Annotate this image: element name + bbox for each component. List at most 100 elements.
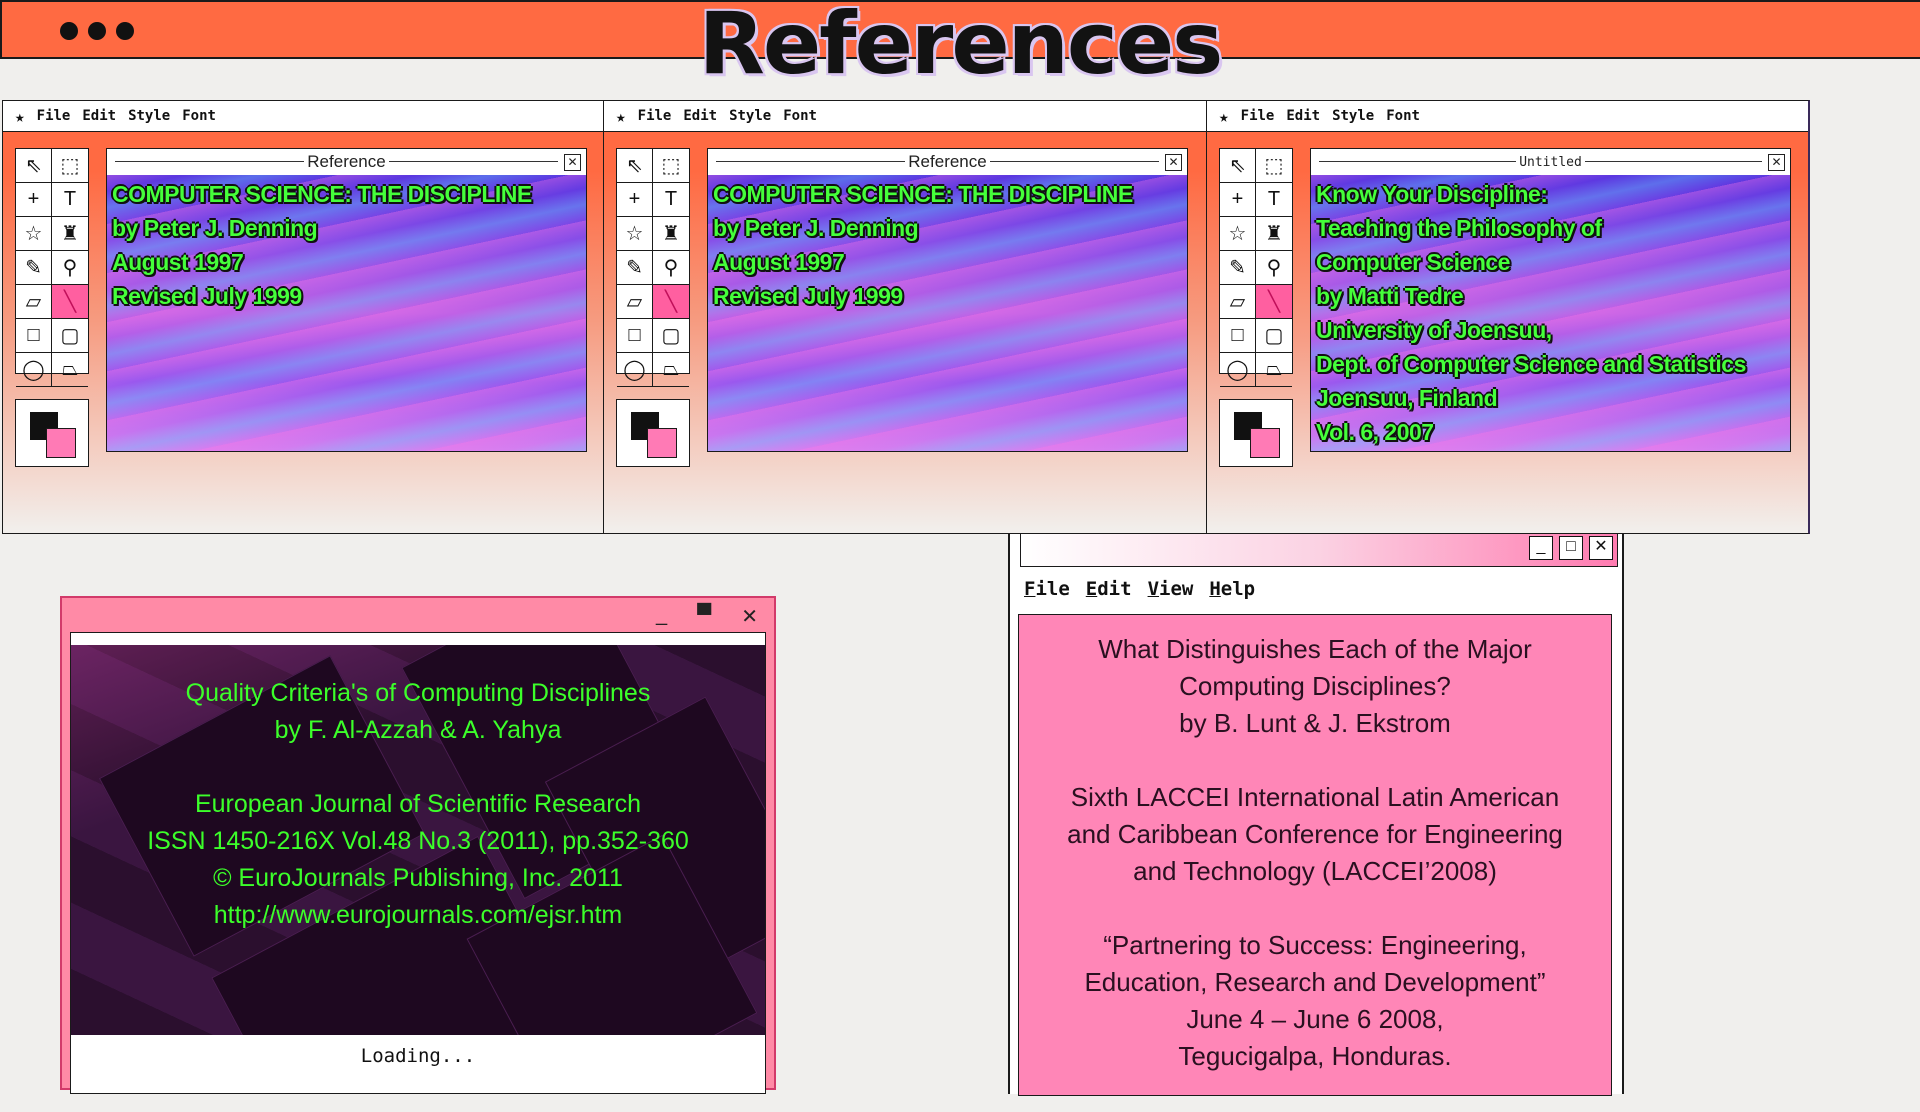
select-tool-icon[interactable]: ⬚ bbox=[653, 149, 689, 183]
color-swatch[interactable] bbox=[15, 399, 89, 467]
ellipse-tool-icon[interactable]: ◯ bbox=[617, 353, 653, 387]
eraser-tool-icon[interactable]: ▱ bbox=[617, 285, 653, 319]
canvas-art: Know Your Discipline: Teaching the Philos… bbox=[1311, 175, 1790, 451]
ellipse-tool-icon[interactable]: ◯ bbox=[1220, 353, 1256, 387]
magnifier-tool-icon[interactable]: ⚲ bbox=[653, 251, 689, 285]
arrow-tool-icon[interactable]: ⇖ bbox=[1220, 149, 1256, 183]
text-line: by B. Lunt & J. Ekstrom bbox=[1179, 708, 1451, 738]
polygon-tool-icon[interactable]: ⏢ bbox=[653, 353, 689, 387]
rounded-rect-tool-icon[interactable]: ▢ bbox=[52, 319, 88, 353]
text-tool-icon[interactable]: T bbox=[52, 183, 88, 217]
star-tool-icon[interactable]: ☆ bbox=[617, 217, 653, 251]
select-tool-icon[interactable]: ⬚ bbox=[1256, 149, 1292, 183]
text-line: © EuroJournals Publishing, Inc. 2011 bbox=[213, 864, 623, 892]
text-line: Quality Criteria's of Computing Discipli… bbox=[185, 679, 651, 707]
maximize-icon[interactable]: □ bbox=[1559, 536, 1583, 560]
menu-item-style[interactable]: Style bbox=[729, 108, 771, 124]
text-line: and Caribbean Conference for Engineering bbox=[1067, 819, 1563, 849]
menu-item-font[interactable]: Font bbox=[182, 108, 216, 124]
text-line bbox=[71, 749, 765, 786]
color-swatch[interactable] bbox=[616, 399, 690, 467]
menu-item-style[interactable]: Style bbox=[128, 108, 170, 124]
text-line: Revised July 1999 bbox=[112, 283, 302, 309]
close-icon[interactable]: ✕ bbox=[1165, 154, 1182, 171]
paint-window: ★ File Edit Style Font ⇖ ⬚ + T ☆ ♜ ✎ ⚲ ▱ ╲ □ ▢ ◯ ⏢ Referenc… bbox=[2, 100, 605, 534]
line-tool-icon[interactable]: ╲ bbox=[52, 285, 88, 319]
rectangle-tool-icon[interactable]: □ bbox=[16, 319, 52, 353]
background-image: Quality Criteria's of Computing Discipli… bbox=[71, 645, 765, 1035]
text-line: COMPUTER SCIENCE: THE DISCIPLINE bbox=[112, 181, 532, 207]
menu-item-style[interactable]: Style bbox=[1332, 108, 1374, 124]
color-swatch[interactable] bbox=[1219, 399, 1293, 467]
rectangle-tool-icon[interactable]: □ bbox=[617, 319, 653, 353]
paint-window: ★ File Edit Style Font ⇖ ⬚ + T ☆ ♜ ✎ ⚲ ▱ ╲ □ ▢ ◯ ⏢ Untitled… bbox=[1206, 100, 1810, 534]
text-line: August 1997 bbox=[112, 249, 244, 275]
note-body[interactable]: What Distinguishes Each of the Major Comp… bbox=[1018, 614, 1612, 1096]
magnifier-tool-icon[interactable]: ⚲ bbox=[1256, 251, 1292, 285]
eraser-tool-icon[interactable]: ▱ bbox=[1220, 285, 1256, 319]
arrow-tool-icon[interactable]: ⇖ bbox=[617, 149, 653, 183]
text-line: University of Joensuu, bbox=[1316, 317, 1552, 343]
eraser-tool-icon[interactable]: ▱ bbox=[16, 285, 52, 319]
text-tool-icon[interactable]: T bbox=[653, 183, 689, 217]
menu-item-file[interactable]: File bbox=[1024, 578, 1070, 600]
menu-item-view[interactable]: View bbox=[1148, 578, 1194, 600]
background-color[interactable] bbox=[1250, 428, 1280, 458]
minimize-icon[interactable]: _ bbox=[656, 604, 667, 629]
arrow-tool-icon[interactable]: ⇖ bbox=[16, 149, 52, 183]
maximize-icon[interactable]: ▀ bbox=[697, 604, 711, 629]
rounded-rect-tool-icon[interactable]: ▢ bbox=[1256, 319, 1292, 353]
text-tool-icon[interactable]: T bbox=[1256, 183, 1292, 217]
menu-item-help[interactable]: Help bbox=[1209, 578, 1255, 600]
select-tool-icon[interactable]: ⬚ bbox=[52, 149, 88, 183]
minimize-icon[interactable]: _ bbox=[1529, 536, 1553, 560]
pencil-tool-icon[interactable]: ✎ bbox=[1220, 251, 1256, 285]
menu-item-edit[interactable]: Edit bbox=[1286, 108, 1320, 124]
line-tool-icon[interactable]: ╲ bbox=[1256, 285, 1292, 319]
close-icon[interactable]: ✕ bbox=[1589, 536, 1613, 560]
text-line: by Peter J. Denning bbox=[112, 215, 318, 241]
brush-tool-icon[interactable]: ♜ bbox=[1256, 217, 1292, 251]
ellipse-tool-icon[interactable]: ◯ bbox=[16, 353, 52, 387]
menu-item-edit[interactable]: Edit bbox=[1086, 578, 1132, 600]
pencil-tool-icon[interactable]: ✎ bbox=[617, 251, 653, 285]
background-color[interactable] bbox=[46, 428, 76, 458]
text-line: Vol. 6, 2007 bbox=[1316, 419, 1434, 445]
window-controls: _ ▀ ✕ bbox=[656, 604, 758, 629]
close-icon[interactable]: ✕ bbox=[564, 154, 581, 171]
menu-item-file[interactable]: File bbox=[37, 108, 71, 124]
menu-item-edit[interactable]: Edit bbox=[683, 108, 717, 124]
pencil-tool-icon[interactable]: ✎ bbox=[16, 251, 52, 285]
close-icon[interactable]: ✕ bbox=[1768, 154, 1785, 171]
star-tool-icon[interactable]: ☆ bbox=[1220, 217, 1256, 251]
reference-text: COMPUTER SCIENCE: THE DISCIPLINE by Peter… bbox=[112, 177, 532, 313]
rectangle-tool-icon[interactable]: □ bbox=[1220, 319, 1256, 353]
menu-item-edit[interactable]: Edit bbox=[82, 108, 116, 124]
star-tool-icon[interactable]: ☆ bbox=[16, 217, 52, 251]
menu-item-font[interactable]: Font bbox=[1386, 108, 1420, 124]
close-icon[interactable]: ✕ bbox=[741, 604, 758, 629]
window-titlebar[interactable]: _ □ ✕ bbox=[1020, 534, 1618, 567]
crosshair-tool-icon[interactable]: + bbox=[1220, 183, 1256, 217]
rounded-rect-tool-icon[interactable]: ▢ bbox=[653, 319, 689, 353]
menu-item-file[interactable]: File bbox=[1241, 108, 1275, 124]
polygon-tool-icon[interactable]: ⏢ bbox=[52, 353, 88, 387]
reference-text: COMPUTER SCIENCE: THE DISCIPLINE by Peter… bbox=[713, 177, 1133, 313]
line-tool-icon[interactable]: ╲ bbox=[653, 285, 689, 319]
menu-bar: File Edit View Help bbox=[1024, 578, 1255, 600]
menu-item-font[interactable]: Font bbox=[783, 108, 817, 124]
polygon-tool-icon[interactable]: ⏢ bbox=[1256, 353, 1292, 387]
text-line: Education, Research and Development” bbox=[1084, 967, 1546, 997]
canvas-window: Reference ✕ COMPUTER SCIENCE: THE DISCIPLI… bbox=[106, 148, 587, 452]
crosshair-tool-icon[interactable]: + bbox=[617, 183, 653, 217]
reference-text: Know Your Discipline: Teaching the Philos… bbox=[1316, 177, 1746, 449]
brush-tool-icon[interactable]: ♜ bbox=[52, 217, 88, 251]
canvas-window: Untitled ✕ Know Your Discipline: Teaching t… bbox=[1310, 148, 1791, 452]
crosshair-tool-icon[interactable]: + bbox=[16, 183, 52, 217]
menu-item-file[interactable]: File bbox=[638, 108, 672, 124]
magnifier-tool-icon[interactable]: ⚲ bbox=[52, 251, 88, 285]
paragraph: What Distinguishes Each of the Major Comp… bbox=[1019, 631, 1611, 742]
background-color[interactable] bbox=[647, 428, 677, 458]
brush-tool-icon[interactable]: ♜ bbox=[653, 217, 689, 251]
tool-palette: ⇖ ⬚ + T ☆ ♜ ✎ ⚲ ▱ ╲ □ ▢ ◯ ⏢ bbox=[616, 148, 690, 387]
